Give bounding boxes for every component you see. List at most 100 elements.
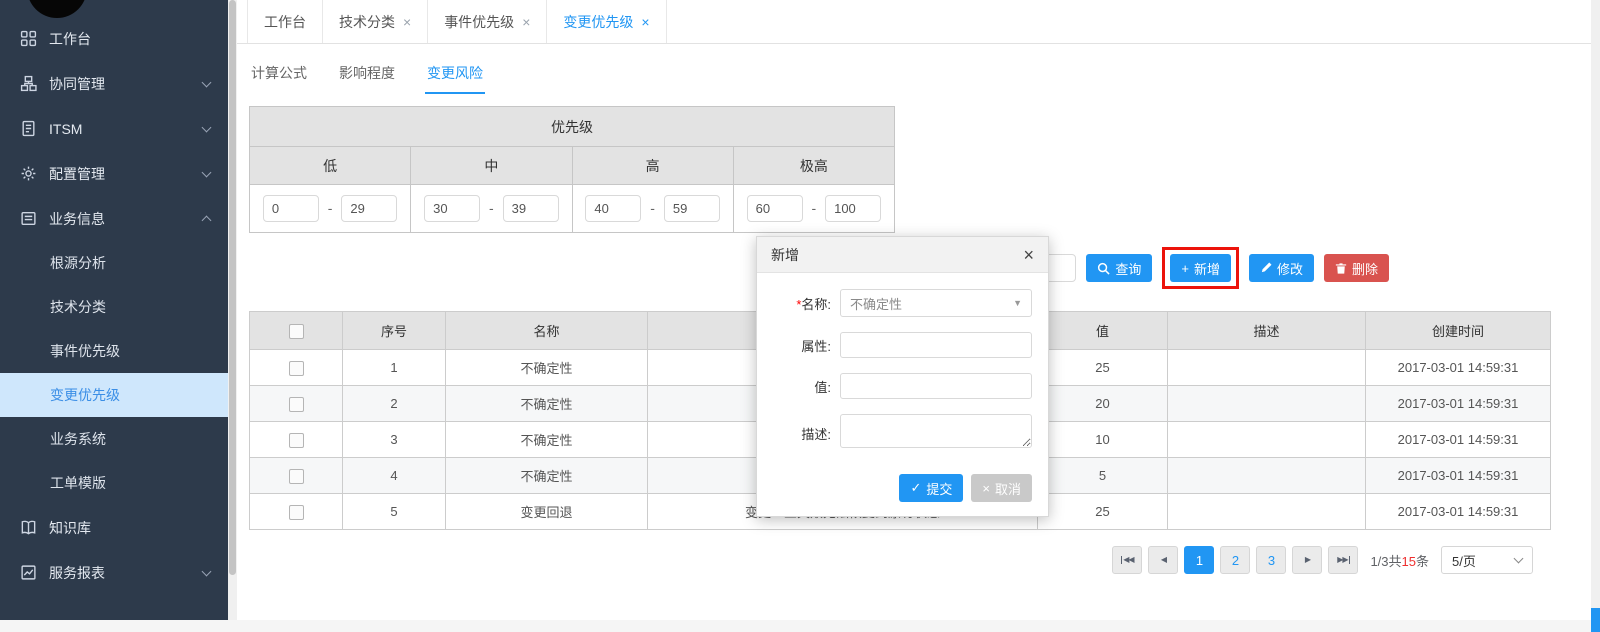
tab-label: 变更优先级 bbox=[563, 12, 633, 32]
sidebar-item-service-reports[interactable]: 服务报表 bbox=[0, 550, 228, 595]
tab-close-icon[interactable]: × bbox=[641, 15, 649, 29]
sidebar-subitem-business-system[interactable]: 业务系统 bbox=[0, 417, 228, 461]
pagination-info-prefix: 1/3共 bbox=[1370, 554, 1401, 569]
modify-button[interactable]: 修改 bbox=[1249, 254, 1314, 282]
sidebar-scrollbar-thumb[interactable] bbox=[229, 0, 236, 575]
cell-no: 4 bbox=[343, 458, 446, 494]
sidebar-nav: 工作台 协同管理 ITSM 配置管理 bbox=[0, 0, 228, 595]
page-size-value: 5/页 bbox=[1452, 551, 1476, 570]
header-value: 值 bbox=[1038, 312, 1168, 350]
sidebar-item-business-info[interactable]: 业务信息 bbox=[0, 196, 228, 241]
next-page-icon: ▶ bbox=[1305, 556, 1310, 564]
page-button-2[interactable]: 2 bbox=[1220, 546, 1250, 574]
pagination-info: 1/3共15条 bbox=[1370, 551, 1429, 570]
cell-name: 变更回退 bbox=[446, 494, 648, 530]
sidebar-item-knowledge-base[interactable]: 知识库 bbox=[0, 505, 228, 550]
select-all-checkbox[interactable] bbox=[289, 324, 304, 339]
desc-textarea[interactable] bbox=[840, 414, 1032, 448]
row-checkbox[interactable] bbox=[289, 433, 304, 448]
sidebar-subitem-label: 技术分类 bbox=[50, 297, 106, 317]
cell-desc bbox=[1168, 386, 1366, 422]
pencil-icon bbox=[1260, 262, 1272, 274]
tab-change-priority[interactable]: 变更优先级 × bbox=[547, 0, 666, 43]
subtab-impact-level[interactable]: 影响程度 bbox=[337, 54, 397, 94]
chevron-down-icon bbox=[202, 167, 212, 177]
chevron-down-icon bbox=[202, 77, 212, 87]
subtab-change-risk[interactable]: 变更风险 bbox=[425, 54, 485, 94]
row-checkbox[interactable] bbox=[289, 397, 304, 412]
sidebar-subitem-label: 业务系统 bbox=[50, 429, 106, 449]
delete-button[interactable]: 删除 bbox=[1324, 254, 1389, 282]
sidebar-subitem-ticket-template[interactable]: 工单模版 bbox=[0, 461, 228, 505]
sidebar-item-label: ITSM bbox=[49, 121, 203, 137]
priority-medium-min-input[interactable] bbox=[424, 195, 480, 222]
sidebar-subitem-label: 根源分析 bbox=[50, 253, 106, 273]
last-page-button[interactable]: ▶▶ bbox=[1328, 546, 1358, 574]
priority-low-min-input[interactable] bbox=[263, 195, 319, 222]
sidebar-subitem-change-priority[interactable]: 变更优先级 bbox=[0, 373, 228, 417]
next-page-button[interactable]: ▶ bbox=[1292, 546, 1322, 574]
tab-close-icon[interactable]: × bbox=[403, 15, 411, 29]
first-page-button[interactable]: ◀◀ bbox=[1112, 546, 1142, 574]
vertical-scrollbar-thumb[interactable] bbox=[1591, 608, 1600, 632]
range-dash: - bbox=[650, 200, 655, 216]
priority-high-min-input[interactable] bbox=[585, 195, 641, 222]
submit-button-label: 提交 bbox=[926, 479, 952, 498]
cell-created: 2017-03-01 14:59:31 bbox=[1366, 458, 1551, 494]
priority-critical-min-input[interactable] bbox=[747, 195, 803, 222]
priority-critical-max-input[interactable] bbox=[825, 195, 881, 222]
value-input[interactable] bbox=[840, 373, 1032, 399]
sub-tabs: 计算公式 影响程度 变更风险 bbox=[249, 54, 1551, 94]
row-checkbox[interactable] bbox=[289, 505, 304, 520]
attr-input[interactable] bbox=[840, 332, 1032, 358]
name-select[interactable]: 不确定性 ▼ bbox=[840, 289, 1032, 317]
cell-desc bbox=[1168, 458, 1366, 494]
subtab-calc-formula[interactable]: 计算公式 bbox=[249, 54, 309, 94]
tab-incident-priority[interactable]: 事件优先级 × bbox=[428, 0, 547, 43]
name-select-value: 不确定性 bbox=[850, 294, 902, 313]
sidebar: 工作台 协同管理 ITSM 配置管理 bbox=[0, 0, 228, 632]
sidebar-subitem-tech-category[interactable]: 技术分类 bbox=[0, 285, 228, 329]
tab-workbench[interactable]: 工作台 bbox=[247, 0, 323, 43]
submit-button[interactable]: ✓ 提交 bbox=[899, 474, 963, 502]
sidebar-subitem-root-cause[interactable]: 根源分析 bbox=[0, 241, 228, 285]
sidebar-item-label: 工作台 bbox=[49, 29, 210, 49]
priority-low-max-input[interactable] bbox=[341, 195, 397, 222]
sidebar-item-label: 知识库 bbox=[49, 518, 210, 538]
book-icon bbox=[20, 519, 37, 536]
sidebar-item-configuration[interactable]: 配置管理 bbox=[0, 151, 228, 196]
range-dash: - bbox=[328, 200, 333, 216]
close-icon[interactable]: × bbox=[1023, 246, 1034, 264]
sidebar-subitem-incident-priority[interactable]: 事件优先级 bbox=[0, 329, 228, 373]
priority-high-max-input[interactable] bbox=[664, 195, 720, 222]
first-page-icon: ◀◀ bbox=[1121, 556, 1133, 564]
chevron-down-icon bbox=[202, 122, 212, 132]
sidebar-item-itsm[interactable]: ITSM bbox=[0, 106, 228, 151]
add-dialog-title: 新增 bbox=[771, 245, 799, 265]
priority-medium-max-input[interactable] bbox=[503, 195, 559, 222]
page-button-3[interactable]: 3 bbox=[1256, 546, 1286, 574]
page-size-select[interactable]: 5/页 bbox=[1441, 546, 1533, 574]
header-desc: 描述 bbox=[1168, 312, 1366, 350]
sidebar-item-workbench[interactable]: 工作台 bbox=[0, 16, 228, 61]
tab-bar: 工作台 技术分类 × 事件优先级 × 变更优先级 × bbox=[237, 0, 1591, 44]
nodes-icon bbox=[20, 75, 37, 92]
header-created: 创建时间 bbox=[1366, 312, 1551, 350]
sidebar-item-label: 配置管理 bbox=[49, 164, 203, 184]
horizontal-scrollbar[interactable] bbox=[0, 620, 1600, 632]
sidebar-item-label: 协同管理 bbox=[49, 74, 203, 94]
prev-page-button[interactable]: ◀ bbox=[1148, 546, 1178, 574]
plus-icon: + bbox=[1181, 261, 1189, 276]
add-button[interactable]: + 新增 bbox=[1170, 254, 1231, 282]
row-checkbox[interactable] bbox=[289, 361, 304, 376]
cell-value: 25 bbox=[1038, 350, 1168, 386]
page-button-1[interactable]: 1 bbox=[1184, 546, 1214, 574]
row-checkbox[interactable] bbox=[289, 469, 304, 484]
query-button[interactable]: 查询 bbox=[1086, 254, 1152, 282]
cell-no: 2 bbox=[343, 386, 446, 422]
tab-close-icon[interactable]: × bbox=[522, 15, 530, 29]
sidebar-item-collaboration[interactable]: 协同管理 bbox=[0, 61, 228, 106]
cancel-button[interactable]: × 取消 bbox=[971, 474, 1032, 502]
chevron-down-icon bbox=[1514, 554, 1524, 564]
tab-tech-category[interactable]: 技术分类 × bbox=[323, 0, 428, 43]
